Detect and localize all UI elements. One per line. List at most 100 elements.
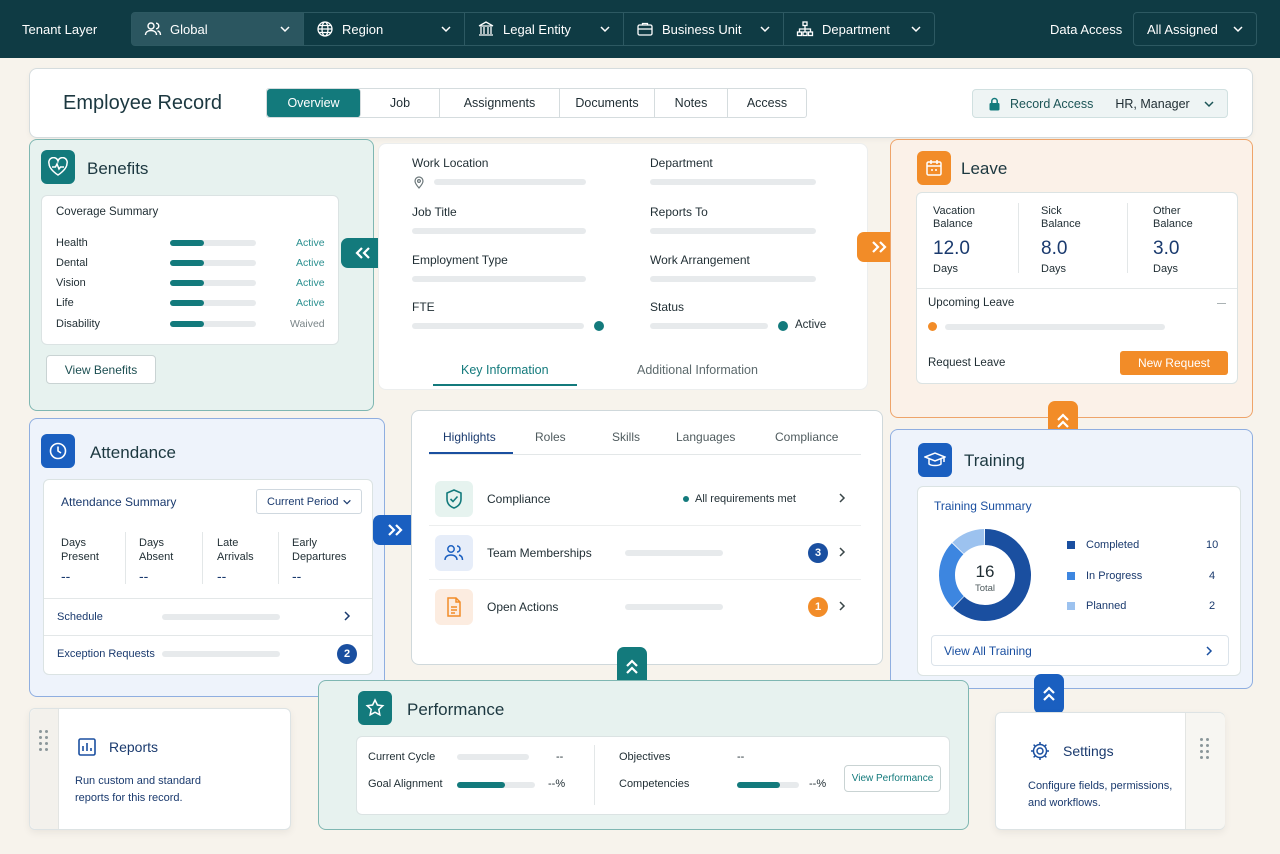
chevron-right-icon — [839, 493, 846, 503]
settings-card[interactable]: Settings Configure fields, permissions, a… — [995, 712, 1225, 830]
tab-documents[interactable]: Documents — [560, 89, 655, 117]
divider — [125, 532, 126, 584]
legend-value: 10 — [1206, 539, 1219, 551]
coverage-summary: Coverage Summary Health Active Dental Ac… — [41, 195, 339, 345]
tab-highlights[interactable]: Highlights — [443, 430, 496, 444]
filter-global[interactable]: Global — [132, 13, 304, 45]
coverage-level — [170, 240, 205, 246]
period-select[interactable]: Current Period — [256, 489, 362, 514]
coverage-label: Vision — [56, 277, 86, 289]
attendance-panel: Attendance Attendance Summary Current Pe… — [29, 418, 385, 697]
view-benefits-button[interactable]: View Benefits — [46, 355, 156, 384]
graduation-cap-icon — [918, 443, 952, 477]
filter-region[interactable]: Region — [304, 13, 465, 45]
period-value: Current Period — [267, 495, 339, 508]
view-all-training-link[interactable]: View All Training — [931, 635, 1229, 666]
gear-icon — [1031, 742, 1049, 760]
attendance-summary-title: Attendance Summary — [61, 495, 177, 509]
drag-handle[interactable] — [30, 709, 59, 829]
coverage-label: Dental — [56, 257, 88, 269]
expand-up-button[interactable] — [1034, 674, 1064, 714]
request-leave-label: Request Leave — [928, 357, 1006, 369]
coverage-bar — [170, 280, 256, 286]
scope-filters: Global Region Legal Entity Business Unit… — [131, 12, 935, 46]
star-icon — [358, 691, 392, 725]
divider — [202, 532, 203, 584]
legend-value: 4 — [1209, 570, 1216, 582]
upcoming-leave-label: Upcoming Leave — [928, 297, 1015, 309]
performance-title: Performance — [407, 700, 505, 719]
work-location-value — [434, 179, 586, 185]
schedule-bar — [162, 614, 280, 620]
reports-description: Run custom and standard reports for this … — [75, 775, 201, 804]
coverage-bar — [170, 240, 256, 246]
coverage-status: Active — [296, 277, 325, 289]
team-count-badge: 3 — [808, 543, 828, 563]
double-chevron-up-icon — [626, 659, 638, 674]
chevron-right-icon — [839, 547, 846, 557]
list-item-open-actions[interactable]: Open Actions 1 — [429, 580, 861, 634]
training-panel: Training Training Summary 16 Total Compl… — [890, 429, 1253, 689]
legend-label: Completed — [1086, 539, 1140, 551]
tab-overview[interactable]: Overview — [267, 89, 361, 117]
fte-dot — [594, 321, 604, 331]
list-item-compliance[interactable]: Compliance All requirements met — [429, 472, 861, 526]
record-tabs: Overview Job Assignments Documents Notes… — [266, 88, 807, 118]
record-access-select[interactable]: Record Access HR, Manager — [972, 89, 1228, 118]
stat-value: -- — [217, 568, 227, 584]
drag-handle[interactable] — [1185, 713, 1225, 829]
exception-count-badge: 2 — [337, 644, 357, 664]
new-request-button[interactable]: New Request — [1120, 351, 1228, 375]
users-icon — [144, 22, 162, 36]
chevron-down-icon — [760, 26, 770, 33]
tab-additional-information[interactable]: Additional Information — [637, 363, 758, 377]
chevron-down-icon — [600, 26, 610, 33]
coverage-status: Active — [296, 297, 325, 309]
tab-compliance[interactable]: Compliance — [775, 430, 838, 444]
competencies-level — [737, 782, 781, 788]
schedule-label[interactable]: Schedule — [57, 611, 103, 623]
leave-title: Leave — [961, 159, 1008, 178]
tab-languages[interactable]: Languages — [676, 430, 735, 444]
benefits-title: Benefits — [87, 159, 149, 178]
tab-key-information[interactable]: Key Information — [461, 363, 549, 377]
status-bar — [650, 323, 768, 329]
chevron-right-icon — [1206, 646, 1213, 656]
document-icon — [435, 589, 473, 625]
tab-notes[interactable]: Notes — [655, 89, 728, 117]
exception-requests-label[interactable]: Exception Requests — [57, 648, 155, 660]
stat-label: Late Arrivals — [217, 537, 254, 563]
tab-access[interactable]: Access — [728, 89, 806, 117]
record-access-label: Record Access — [1010, 96, 1094, 111]
double-chevron-right-icon — [872, 241, 887, 253]
double-chevron-left-icon — [355, 247, 370, 259]
divider — [429, 454, 861, 455]
chevron-down-icon — [280, 26, 290, 33]
exception-requests-bar — [162, 651, 280, 657]
legend-swatch-planned — [1067, 602, 1075, 610]
briefcase-icon — [637, 22, 653, 36]
list-item-team-memberships[interactable]: Team Memberships 3 — [429, 526, 861, 580]
coverage-label: Disability — [56, 318, 101, 330]
fte-label: FTE — [412, 300, 435, 314]
tab-assignments[interactable]: Assignments — [440, 89, 560, 117]
lock-icon — [989, 97, 1000, 110]
data-access-select[interactable]: All Assigned — [1133, 12, 1257, 46]
fte-value — [412, 323, 584, 329]
view-performance-button[interactable]: View Performance — [844, 765, 941, 792]
work-arrangement-label: Work Arrangement — [650, 253, 750, 267]
balance-unit: Days — [1153, 263, 1179, 275]
chevron-right-icon[interactable] — [342, 610, 352, 622]
open-actions-badge: 1 — [808, 597, 828, 617]
filter-department[interactable]: Department — [784, 13, 934, 45]
filter-legal-entity[interactable]: Legal Entity — [465, 13, 624, 45]
tab-job[interactable]: Job — [361, 89, 440, 117]
filter-business-unit[interactable]: Business Unit — [624, 13, 784, 45]
open-actions-bar — [625, 604, 723, 610]
tab-roles[interactable]: Roles — [535, 430, 566, 444]
filter-legal-entity-label: Legal Entity — [503, 21, 571, 37]
reports-card[interactable]: Reports Run custom and standard reports f… — [29, 708, 291, 830]
chevron-down-icon — [343, 499, 351, 505]
list-item-label: Compliance — [487, 492, 551, 506]
tab-skills[interactable]: Skills — [612, 430, 640, 444]
